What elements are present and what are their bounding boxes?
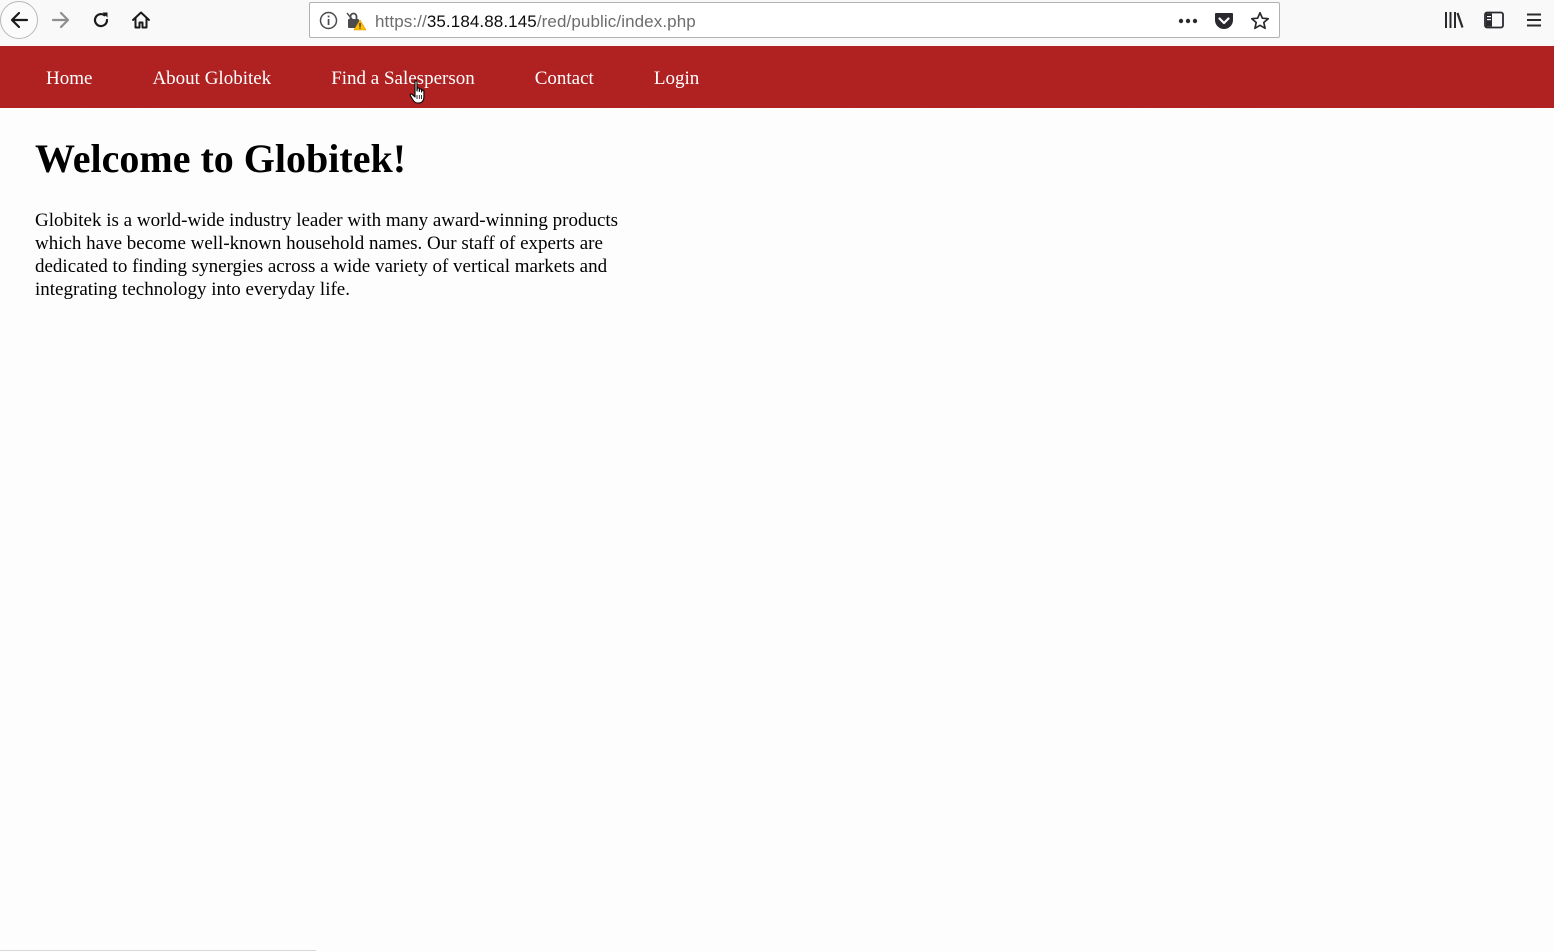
- info-icon[interactable]: [319, 11, 338, 30]
- forward-button[interactable]: [43, 0, 79, 40]
- browser-toolbar: https://35.184.88.145/red/public/index.p…: [0, 0, 1554, 46]
- url-host: 35.184.88.145: [426, 12, 537, 31]
- hamburger-menu-icon[interactable]: [1514, 8, 1554, 32]
- back-button[interactable]: [0, 1, 38, 39]
- page-title: Welcome to Globitek!: [35, 136, 407, 181]
- nav-about-link[interactable]: About Globitek: [152, 68, 271, 90]
- more-dots-icon[interactable]: [1177, 10, 1199, 32]
- forward-arrow-icon: [51, 11, 70, 29]
- library-icon[interactable]: [1434, 8, 1474, 32]
- nav-find-salesperson-link[interactable]: Find a Salesperson: [331, 68, 475, 90]
- nav-home-link[interactable]: Home: [46, 68, 92, 90]
- insecure-lock-icon[interactable]: [346, 11, 366, 31]
- main-content: Welcome to Globitek! Globitek is a world…: [35, 136, 655, 301]
- reload-icon: [93, 12, 109, 28]
- home-button[interactable]: [123, 0, 159, 40]
- pocket-icon[interactable]: [1213, 10, 1235, 32]
- sidebar-icon[interactable]: [1474, 8, 1514, 32]
- star-icon[interactable]: [1249, 10, 1271, 32]
- site-navigation: Home About Globitek Find a Salesperson C…: [0, 46, 1554, 108]
- url-bar[interactable]: https://35.184.88.145/red/public/index.p…: [309, 2, 1280, 38]
- intro-paragraph: Globitek is a world-wide industry leader…: [35, 210, 619, 300]
- nav-login-link[interactable]: Login: [654, 68, 699, 90]
- home-icon: [132, 11, 150, 29]
- url-page-actions: [1177, 9, 1271, 33]
- nav-contact-link[interactable]: Contact: [535, 68, 594, 90]
- url-text[interactable]: https://35.184.88.145/red/public/index.p…: [375, 12, 696, 32]
- browser-right-tools: [1434, 8, 1554, 32]
- status-line: [0, 950, 316, 951]
- reload-button[interactable]: [83, 0, 119, 40]
- back-arrow-icon: [10, 11, 29, 29]
- nav-list: Home About Globitek Find a Salesperson C…: [46, 68, 759, 90]
- url-path: /red/public/index.php: [536, 12, 696, 31]
